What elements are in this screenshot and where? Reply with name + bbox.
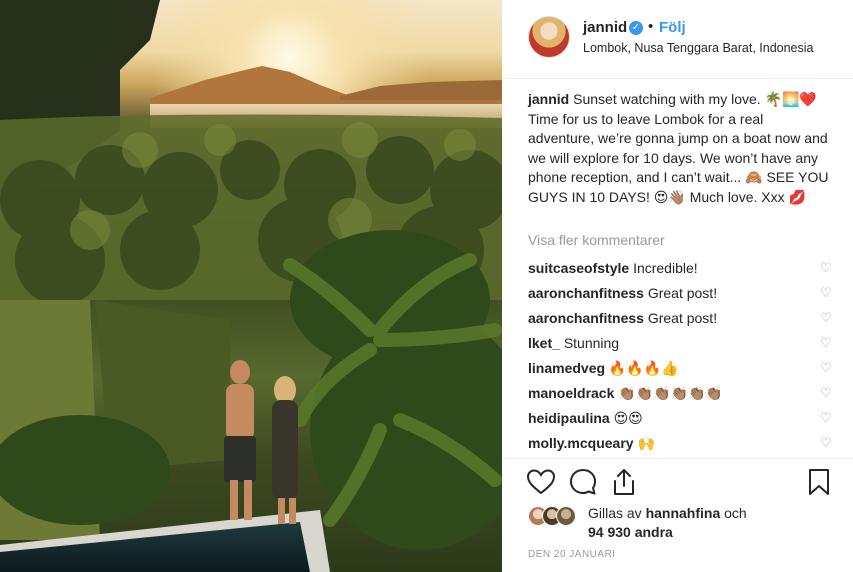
comment-text: Great post!: [647, 310, 718, 326]
sunset-jungle-image: [0, 0, 502, 572]
heart-icon[interactable]: ♡: [820, 311, 833, 324]
heart-icon[interactable]: ♡: [820, 411, 833, 424]
comment-row: linamedveg 🔥🔥🔥👍 ♡: [528, 358, 833, 383]
heart-icon[interactable]: ♡: [820, 286, 833, 299]
comment-username[interactable]: heidipaulina: [528, 410, 610, 426]
post-date[interactable]: DEN 20 JANUARI: [528, 549, 616, 560]
caption-text: Sunset watching with my love. 🌴🌅❤️ Time …: [528, 91, 829, 205]
comment-username[interactable]: linamedveg: [528, 360, 605, 376]
bookmark-icon[interactable]: [804, 467, 834, 497]
comment-list: suitcaseofstyle Incredible! ♡ aaronchanf…: [528, 258, 833, 458]
avatar: [556, 506, 576, 526]
comment-username[interactable]: molly.mcqueary: [528, 435, 634, 451]
avatar[interactable]: [528, 16, 570, 58]
username-link[interactable]: jannid: [583, 19, 627, 36]
likes-suffix: och: [724, 505, 747, 521]
comment-text: 👏🏽👏🏽👏🏽👏🏽👏🏽👏🏽: [618, 385, 723, 401]
comment-text: Great post!: [647, 285, 718, 301]
share-icon[interactable]: [609, 467, 639, 497]
comment-icon[interactable]: [568, 467, 598, 497]
post-photo[interactable]: [0, 0, 502, 572]
comment-row: lket_ Stunning ♡: [528, 333, 833, 358]
comment-text: 😍😍: [613, 410, 643, 426]
comment-row: molly.mcqueary 🙌 ♡: [528, 433, 833, 458]
follow-button[interactable]: Följ: [659, 19, 686, 36]
heart-icon[interactable]: ♡: [820, 436, 833, 449]
comment-username[interactable]: aaronchanfitness: [528, 310, 644, 326]
comment-text: 🙌: [637, 435, 655, 451]
likes-summary: Gillas av hannahfina och 94 930 andra: [588, 504, 838, 542]
separator-dot: •: [648, 18, 654, 35]
comment-username[interactable]: aaronchanfitness: [528, 285, 644, 301]
liker-avatars[interactable]: [528, 506, 586, 526]
likes-others-count[interactable]: 94 930 andra: [588, 524, 673, 540]
heart-icon[interactable]: ♡: [820, 261, 833, 274]
comment-username[interactable]: lket_: [528, 335, 560, 351]
comment-row: aaronchanfitness Great post! ♡: [528, 308, 833, 333]
caption-username[interactable]: jannid: [528, 91, 569, 107]
liker-username[interactable]: hannahfina: [646, 505, 721, 521]
post-detail-panel: jannid ✓ • Följ Lombok, Nusa Tenggara Ba…: [502, 0, 853, 572]
heart-icon[interactable]: ♡: [820, 361, 833, 374]
verified-badge-icon: ✓: [629, 21, 643, 35]
post-caption: jannid Sunset watching with my love. 🌴🌅❤…: [528, 90, 833, 207]
comment-text: 🔥🔥🔥👍: [608, 360, 679, 376]
post-header: jannid ✓ • Följ Lombok, Nusa Tenggara Ba…: [502, 0, 853, 79]
comment-row: heidipaulina 😍😍 ♡: [528, 408, 833, 433]
heart-icon[interactable]: ♡: [820, 336, 833, 349]
comment-row: aaronchanfitness Great post! ♡: [528, 283, 833, 308]
comment-username[interactable]: manoeldrack: [528, 385, 614, 401]
action-bar: [502, 458, 853, 507]
likes-prefix: Gillas av: [588, 505, 642, 521]
comment-username[interactable]: suitcaseofstyle: [528, 260, 629, 276]
location-link[interactable]: Lombok, Nusa Tenggara Barat, Indonesia: [583, 41, 813, 55]
view-more-comments-link[interactable]: Visa fler kommentarer: [528, 232, 665, 248]
comment-row: manoeldrack 👏🏽👏🏽👏🏽👏🏽👏🏽👏🏽 ♡: [528, 383, 833, 408]
comment-text: Incredible!: [633, 260, 698, 276]
comment-text: Stunning: [563, 335, 620, 351]
comment-row: suitcaseofstyle Incredible! ♡: [528, 258, 833, 283]
heart-icon[interactable]: ♡: [820, 386, 833, 399]
heart-icon[interactable]: [526, 467, 556, 497]
